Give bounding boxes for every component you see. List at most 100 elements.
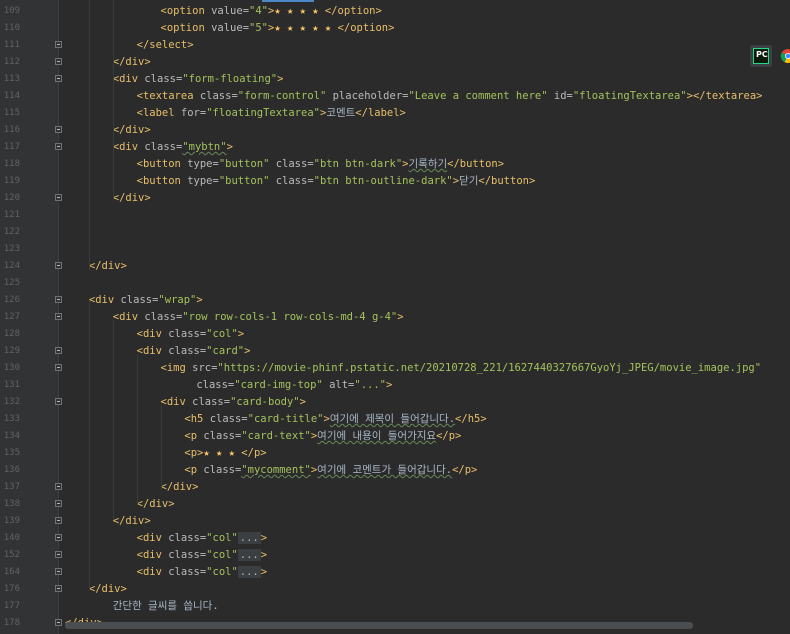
- folded-region-chip[interactable]: ...: [237, 532, 261, 544]
- code-text: class="card-img-top" alt="...">: [196, 377, 392, 394]
- fold-marker-icon[interactable]: [55, 126, 62, 133]
- code-token: <div: [112, 141, 145, 153]
- fold-marker-icon[interactable]: [55, 58, 62, 65]
- code-line[interactable]: 136 <p class="mycomment">여기에 코멘트가 들어갑니다.<…: [0, 462, 790, 479]
- code-text: </div>: [113, 54, 151, 71]
- code-line[interactable]: 127 <div class="row row-cols-1 row-cols-m…: [0, 309, 790, 326]
- code-token: <div: [136, 532, 169, 544]
- code-line[interactable]: 118 <button type="button" class="btn btn-…: [0, 156, 790, 173]
- code-line[interactable]: 176 </div>: [0, 581, 790, 598]
- code-token: <img: [160, 362, 193, 374]
- code-text: </div>: [113, 190, 151, 207]
- fold-marker-icon[interactable]: [55, 483, 62, 490]
- fold-marker-icon[interactable]: [55, 364, 62, 371]
- code-line[interactable]: 164 <div class="col"... >: [0, 564, 790, 581]
- code-line[interactable]: 113 <div class="form-floating">: [0, 71, 790, 88]
- code-line[interactable]: 138 </div>: [0, 496, 790, 513]
- code-token: type=: [187, 158, 219, 170]
- code-line[interactable]: 116 </div>: [0, 122, 790, 139]
- code-line[interactable]: 109 <option value="4">★ ★ ★ ★ </option>: [0, 3, 790, 20]
- code-line[interactable]: 117 <div class="mybtn">: [0, 139, 790, 156]
- code-line[interactable]: 119 <button type="button" class="btn btn-…: [0, 173, 790, 190]
- fold-marker-icon[interactable]: [55, 568, 62, 575]
- code-text: <div class="col"... >: [137, 547, 267, 564]
- line-number: 140: [3, 533, 20, 543]
- fold-marker-icon[interactable]: [55, 398, 62, 405]
- chrome-icon[interactable]: [780, 48, 790, 64]
- folded-region-chip[interactable]: ...: [237, 566, 261, 578]
- code-token: <p: [184, 464, 204, 476]
- fold-marker-icon[interactable]: [55, 296, 62, 303]
- pycharm-icon[interactable]: PC: [750, 45, 772, 67]
- line-number: 119: [3, 176, 20, 186]
- code-line[interactable]: 134 <p class="card-text">여기에 내용이 들어가지요</p…: [0, 428, 790, 445]
- fold-marker-icon[interactable]: [55, 75, 62, 82]
- line-number: 177: [3, 601, 20, 611]
- line-number: 122: [3, 227, 20, 237]
- code-token: "btn btn-dark": [313, 158, 403, 170]
- code-token: "form-floating": [182, 73, 278, 85]
- code-line[interactable]: 139 </div>: [0, 513, 790, 530]
- pycharm-label: PC: [753, 48, 769, 64]
- code-line[interactable]: 121: [0, 207, 790, 224]
- code-text: <p class="card-text">여기에 내용이 들어가지요</p>: [184, 428, 461, 445]
- code-text: </div>: [113, 122, 151, 139]
- line-number: 164: [3, 567, 20, 577]
- fold-marker-icon[interactable]: [55, 534, 62, 541]
- line-number: 127: [3, 312, 20, 322]
- code-token: ★ ★ ★: [203, 447, 242, 459]
- fold-marker-icon[interactable]: [55, 585, 62, 592]
- code-line[interactable]: 120 </div>: [0, 190, 790, 207]
- code-line[interactable]: 140 <div class="col"... >: [0, 530, 790, 547]
- horizontal-scrollbar[interactable]: [65, 622, 693, 629]
- code-token: <h5: [184, 413, 210, 425]
- code-line[interactable]: 133 <h5 class="card-title">여기에 제목이 들어갑니다.…: [0, 411, 790, 428]
- code-token: >: [196, 294, 203, 306]
- code-token: >: [260, 532, 268, 544]
- code-text: </div>: [161, 479, 199, 496]
- code-token: >: [397, 311, 404, 323]
- code-text: <p>★ ★ ★ </p>: [184, 445, 266, 462]
- fold-marker-icon[interactable]: [55, 347, 62, 354]
- code-line[interactable]: 137 </div>: [0, 479, 790, 496]
- code-editor[interactable]: 109 <option value="4">★ ★ ★ ★ </option> 11…: [0, 3, 790, 632]
- code-line[interactable]: 125: [0, 275, 790, 292]
- code-line[interactable]: 110 <option value="5">★ ★ ★ ★ ★ </option>: [0, 20, 790, 37]
- code-line[interactable]: 114 <textarea class="form-control" placeh…: [0, 88, 790, 105]
- fold-marker-icon[interactable]: [55, 143, 62, 150]
- fold-marker-icon[interactable]: [55, 313, 62, 320]
- fold-marker-icon[interactable]: [55, 262, 62, 269]
- code-line[interactable]: 128 <div class="col">: [0, 326, 790, 343]
- code-token: "Leave a comment here": [408, 90, 554, 102]
- line-number: 134: [3, 431, 20, 441]
- code-text: <div class="card-body">: [161, 394, 306, 411]
- fold-marker-icon[interactable]: [55, 500, 62, 507]
- code-line[interactable]: 126 <div class="wrap">: [0, 292, 790, 309]
- code-line[interactable]: 112 </div>: [0, 54, 790, 71]
- code-token: </option>: [337, 22, 395, 34]
- code-line[interactable]: 129 <div class="card">: [0, 343, 790, 360]
- code-line[interactable]: 115 <label for="floatingTextarea">코멘트</la…: [0, 105, 790, 122]
- code-line[interactable]: 111 </select>: [0, 37, 790, 54]
- code-line[interactable]: 122: [0, 224, 790, 241]
- fold-marker-icon[interactable]: [55, 194, 62, 201]
- code-token: type=: [187, 175, 219, 187]
- code-line[interactable]: 131 class="card-img-top" alt="...">: [0, 377, 790, 394]
- code-token: <div: [136, 328, 169, 340]
- code-line[interactable]: 124 </div>: [0, 258, 790, 275]
- fold-marker-icon[interactable]: [55, 41, 62, 48]
- code-line[interactable]: 132 <div class="card-body">: [0, 394, 790, 411]
- code-line[interactable]: 177 간단한 글씨를 씁니다.: [0, 598, 790, 615]
- code-token: </div>: [112, 124, 151, 136]
- code-line[interactable]: 152 <div class="col"... >: [0, 547, 790, 564]
- folded-region-chip[interactable]: ...: [237, 549, 261, 561]
- line-number: 125: [3, 278, 20, 288]
- fold-marker-icon[interactable]: [55, 517, 62, 524]
- code-line[interactable]: 123: [0, 241, 790, 258]
- fold-marker-icon[interactable]: [55, 619, 62, 626]
- code-token: value=: [211, 22, 250, 34]
- code-line[interactable]: 130 <img src="https://movie-phinf.pstatic…: [0, 360, 790, 377]
- line-number: 131: [3, 380, 20, 390]
- code-line[interactable]: 135 <p>★ ★ ★ </p>: [0, 445, 790, 462]
- fold-marker-icon[interactable]: [55, 551, 62, 558]
